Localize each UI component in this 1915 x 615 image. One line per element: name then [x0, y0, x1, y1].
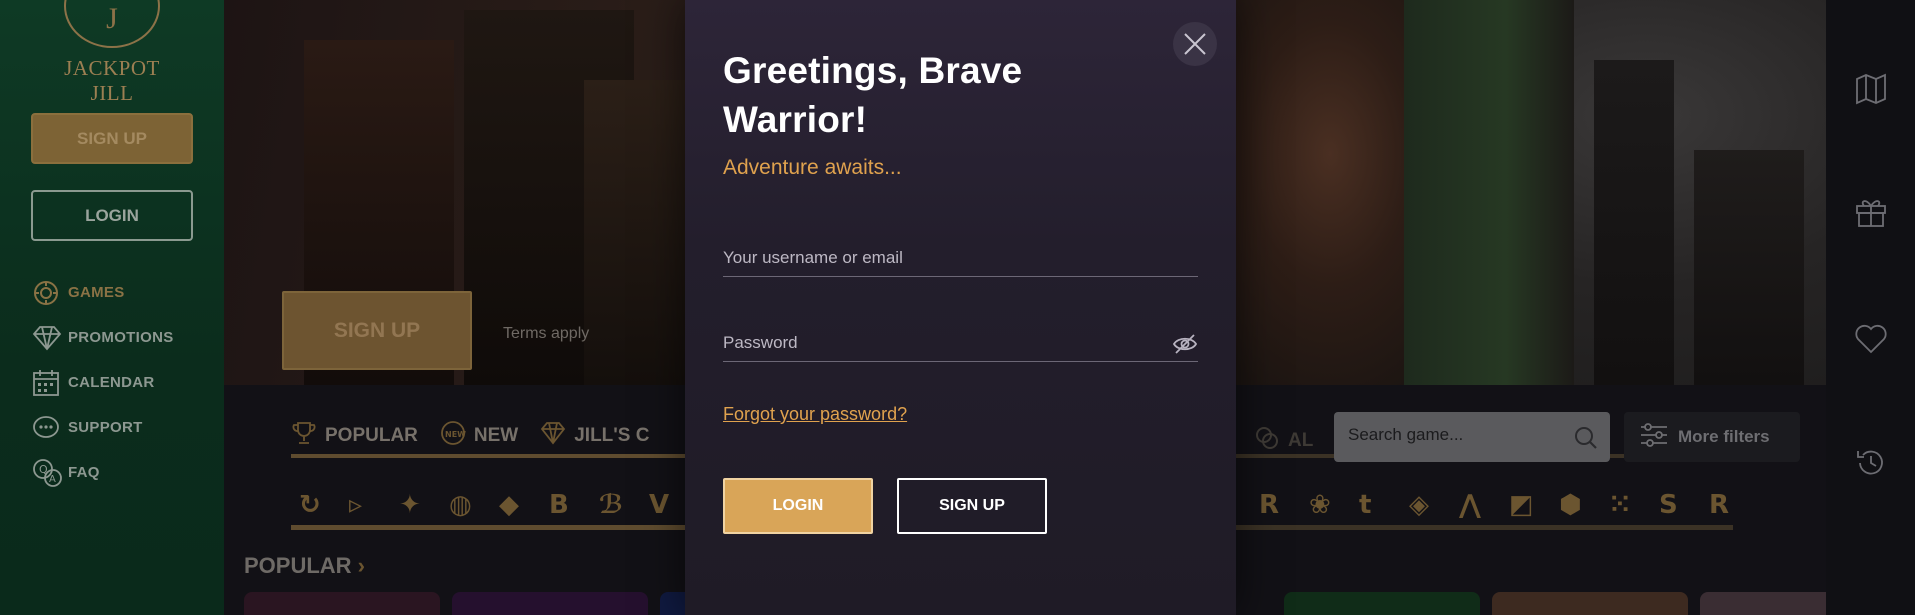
tab-label: AL: [1288, 429, 1314, 451]
provider-logo[interactable]: ◈: [1409, 490, 1429, 520]
password-field[interactable]: [723, 325, 1198, 361]
logo-letter: J: [106, 2, 118, 35]
terms-link[interactable]: Terms apply: [503, 325, 589, 343]
more-filters-button[interactable]: More filters: [1624, 412, 1800, 462]
category-tabs: POPULAR NEW NEW JILL'S C: [291, 420, 671, 451]
sidebar-item-label: PROMOTIONS: [68, 329, 174, 346]
provider-logo[interactable]: ↻: [299, 490, 321, 520]
sidebar-item-label: SUPPORT: [68, 419, 143, 436]
close-button[interactable]: [1173, 22, 1217, 66]
banner-castle: [1694, 150, 1804, 385]
sidebar-item-label: CALENDAR: [68, 374, 155, 391]
sidebar-item-games[interactable]: GAMES: [32, 270, 174, 315]
provider-logo[interactable]: R: [1259, 490, 1279, 520]
signup-button[interactable]: SIGN UP: [897, 478, 1047, 534]
provider-logo[interactable]: S: [1659, 490, 1678, 520]
search-input[interactable]: [1348, 425, 1558, 445]
tab-all[interactable]: AL: [1254, 425, 1313, 456]
game-card[interactable]: [1492, 592, 1688, 615]
tab-new[interactable]: NEW NEW: [440, 420, 518, 451]
forgot-password-link[interactable]: Forgot your password?: [723, 404, 907, 425]
faq-icon: QA: [32, 458, 68, 487]
game-card[interactable]: [244, 592, 440, 615]
modal-subtitle: Adventure awaits...: [723, 156, 902, 179]
chip-icon: [32, 279, 68, 307]
chat-icon: [32, 414, 68, 442]
provider-logo[interactable]: ✦: [399, 490, 421, 520]
more-filters-label: More filters: [1678, 427, 1770, 446]
provider-logo[interactable]: ▹: [349, 490, 362, 520]
tab-label: POPULAR: [325, 424, 418, 446]
provider-logo[interactable]: ℬ: [599, 490, 623, 520]
provider-logo[interactable]: ◆: [499, 490, 519, 520]
banner-cloak: [1404, 0, 1574, 385]
sidebar-item-promotions[interactable]: PROMOTIONS: [32, 315, 174, 360]
logo-mark: J: [64, 0, 160, 48]
provider-logo[interactable]: V: [649, 490, 669, 520]
sidebar-item-support[interactable]: SUPPORT: [32, 405, 174, 450]
history-icon[interactable]: [1854, 446, 1888, 480]
svg-text:NEW: NEW: [445, 430, 466, 439]
coins-icon: [1254, 425, 1280, 456]
sidebar-item-calendar[interactable]: CALENDAR: [32, 360, 174, 405]
diamond-icon: [540, 421, 566, 450]
search-icon[interactable]: [1572, 424, 1598, 450]
section-title[interactable]: POPULAR ›: [244, 553, 365, 579]
map-icon[interactable]: [1854, 72, 1888, 106]
svg-text:A: A: [49, 474, 56, 485]
username-field-wrap: [723, 240, 1198, 277]
heart-icon[interactable]: [1854, 322, 1888, 356]
tab-jills-choice[interactable]: JILL'S C: [540, 421, 649, 450]
diamond-icon: [32, 324, 68, 352]
password-field-wrap: [723, 325, 1198, 362]
tab-label: JILL'S C: [574, 424, 650, 446]
sidebar: J JACKPOT JILL SIGN UP LOGIN GAMES PROMO…: [0, 0, 224, 615]
login-modal: Greetings, Brave Warrior! Adventure awai…: [685, 0, 1236, 615]
sidebar-nav: GAMES PROMOTIONS CALENDAR SUPPORT QA FAQ: [32, 270, 174, 495]
filter-sliders-icon: [1640, 422, 1668, 452]
game-card[interactable]: [1284, 592, 1480, 615]
new-badge-icon: NEW: [440, 420, 466, 451]
gift-icon[interactable]: [1854, 195, 1888, 229]
calendar-icon: [32, 369, 68, 397]
sidebar-item-label: FAQ: [68, 464, 100, 481]
provider-logo[interactable]: t: [1359, 490, 1371, 520]
sidebar-signup-button[interactable]: SIGN UP: [31, 113, 193, 164]
provider-logo[interactable]: ◍: [449, 490, 472, 520]
provider-logo[interactable]: R: [1709, 490, 1729, 520]
tab-label: NEW: [473, 424, 519, 446]
banner-castle: [584, 80, 694, 385]
sidebar-login-button[interactable]: LOGIN: [31, 190, 193, 241]
provider-logo[interactable]: B: [549, 490, 569, 520]
eye-off-icon[interactable]: [1172, 333, 1198, 355]
provider-logo[interactable]: ⁙: [1609, 490, 1631, 520]
modal-title: Greetings, Brave Warrior!: [723, 50, 1023, 140]
search-box: [1334, 412, 1610, 462]
username-field[interactable]: [723, 240, 1198, 276]
banner-castle: [1594, 60, 1674, 385]
provider-logo[interactable]: ◩: [1509, 490, 1534, 520]
trophy-icon: [291, 420, 317, 451]
game-card[interactable]: [452, 592, 648, 615]
logo-text: JACKPOT JILL: [64, 56, 160, 105]
logo[interactable]: J JACKPOT JILL: [50, 0, 174, 105]
close-icon: [1184, 33, 1206, 55]
right-rail: [1826, 0, 1915, 615]
tab-popular[interactable]: POPULAR: [291, 420, 418, 451]
chevron-right-icon: ›: [357, 553, 365, 578]
login-button[interactable]: LOGIN: [723, 478, 873, 534]
sidebar-item-label: GAMES: [68, 284, 125, 301]
provider-logo[interactable]: ❀: [1309, 490, 1331, 520]
sidebar-item-faq[interactable]: QA FAQ: [32, 450, 174, 495]
provider-logo[interactable]: ⋀: [1459, 490, 1481, 520]
section-title-text: POPULAR: [244, 553, 352, 578]
provider-logo[interactable]: ⬢: [1559, 490, 1582, 520]
banner-signup-button[interactable]: SIGN UP: [282, 291, 472, 370]
